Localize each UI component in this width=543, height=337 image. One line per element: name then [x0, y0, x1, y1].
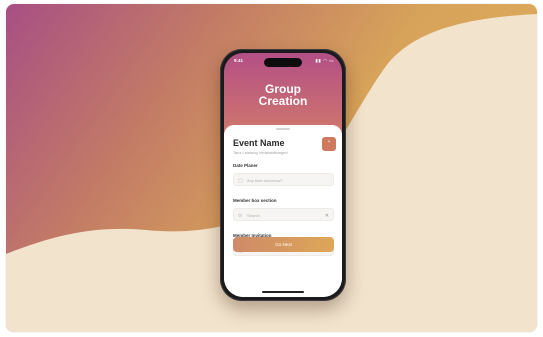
status-time: 9:41 [234, 58, 244, 63]
status-icons: ▮▮ ◠ ▭ [315, 58, 334, 63]
event-name-title: Event Name [233, 138, 285, 148]
date-planer-placeholder: Any time tomorrow? [247, 178, 283, 183]
search-icon: ⊙ [238, 212, 243, 219]
home-indicator[interactable] [262, 291, 304, 293]
sheet-grabber[interactable] [276, 128, 290, 130]
event-subtitle: Tanz Leistung Veranstaltungen [233, 150, 288, 155]
phone-screen: 9:41 ▮▮ ◠ ▭ Group Creation Event Name Ta… [224, 53, 342, 297]
date-planer-label: Date Planer [233, 163, 258, 168]
dynamic-island [264, 58, 302, 67]
showcase-card: 9:41 ▮▮ ◠ ▭ Group Creation Event Name Ta… [6, 4, 537, 332]
member-box-label: Member box section [233, 198, 277, 203]
date-planer-input[interactable]: ▢ Any time tomorrow? [233, 173, 334, 186]
calendar-icon: ▢ [238, 177, 243, 184]
member-search-placeholder: Search [247, 213, 260, 218]
title-line-2: Creation [258, 94, 308, 108]
quote-icon[interactable]: “ [322, 137, 336, 151]
member-search-input[interactable]: ⊙ Search ✕ [233, 208, 334, 221]
clear-icon[interactable]: ✕ [325, 213, 329, 219]
form-sheet: Event Name Tanz Leistung Veranstaltungen… [224, 125, 342, 297]
page-title: Group Creation [224, 83, 342, 107]
phone-mockup: 9:41 ▮▮ ◠ ▭ Group Creation Event Name Ta… [220, 49, 346, 301]
go-next-button[interactable]: Go Next [233, 237, 334, 252]
